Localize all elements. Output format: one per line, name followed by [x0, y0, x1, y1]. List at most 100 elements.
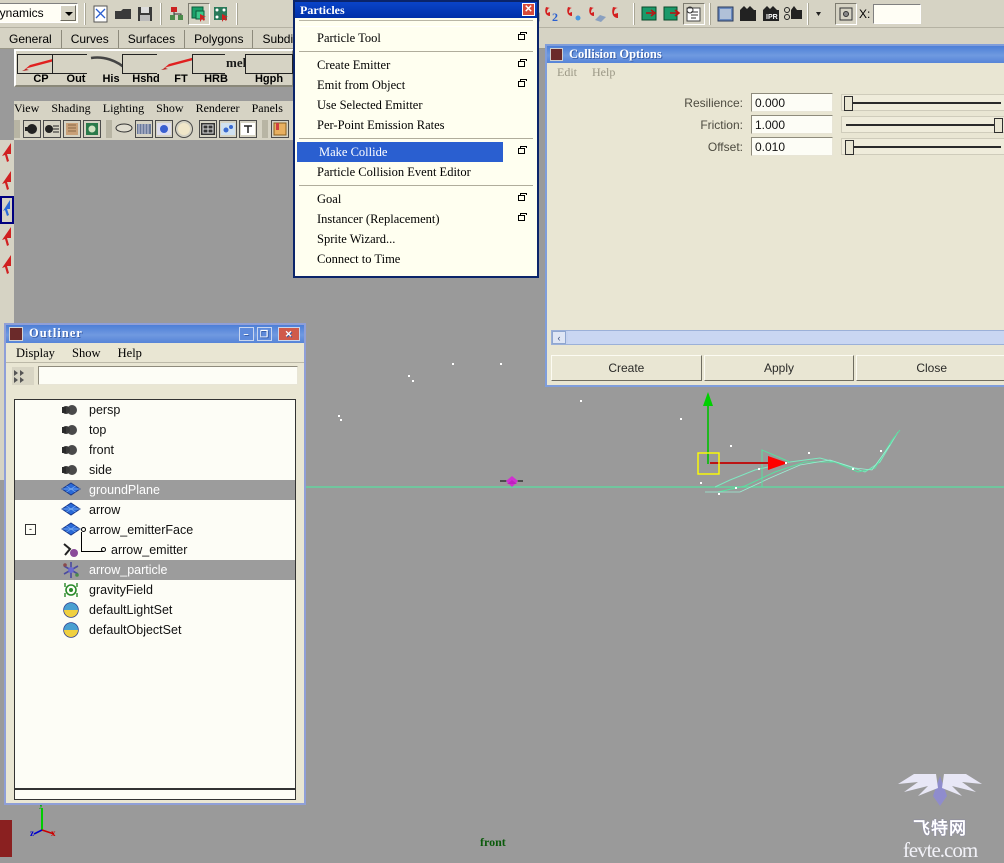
resilience-slider[interactable] — [841, 94, 1004, 111]
apply-button[interactable]: Apply — [703, 355, 855, 381]
select-tool-icon[interactable] — [0, 140, 14, 168]
outliner-titlebar[interactable]: Outliner – ❐ ✕ — [6, 325, 304, 343]
snap-to-curve-icon[interactable]: 2 — [541, 3, 563, 25]
collision-window-titlebar[interactable]: Collision Options — [547, 46, 1004, 63]
close-button[interactable]: ✕ — [278, 327, 300, 341]
move-tool-icon[interactable] — [0, 196, 14, 224]
friction-input[interactable]: 1.000 — [751, 115, 833, 134]
hierarchy-select-icon[interactable] — [166, 3, 188, 25]
collision-menu-edit[interactable]: Edit — [557, 65, 577, 79]
option-box-icon[interactable] — [518, 146, 527, 155]
shelf-icon-row[interactable]: CP Out His Hshd FT HRB mel Hgph — [14, 49, 294, 87]
outliner-item-arrow_emitterFace[interactable]: - arrow_emitterFace — [15, 520, 295, 540]
viewport-tool-row[interactable] — [14, 118, 300, 140]
viewport-menu-panels[interactable]: Panels — [252, 101, 283, 115]
slider-handle[interactable] — [845, 140, 854, 155]
lighting-icon[interactable] — [83, 120, 101, 138]
camera-attributes-icon[interactable] — [43, 120, 61, 138]
menu-item-particle-tool[interactable]: Particle Tool — [295, 28, 537, 48]
outliner-item-front[interactable]: front — [15, 440, 295, 460]
construction-history-in-icon[interactable] — [639, 3, 661, 25]
toolbox-bottom-icon[interactable] — [0, 820, 12, 857]
slider-handle[interactable] — [844, 96, 853, 111]
render-settings-icon[interactable] — [781, 3, 803, 25]
menu-item-create-emitter[interactable]: Create Emitter — [295, 55, 537, 75]
outliner-item-groundPlane[interactable]: groundPlane — [15, 480, 295, 500]
outliner-window[interactable]: Outliner – ❐ ✕ Display Show Help persp t… — [4, 323, 306, 805]
collapse-icon[interactable]: - — [25, 524, 36, 535]
collision-button-row[interactable]: Create Apply Close — [551, 355, 1004, 381]
absolute-transform-icon[interactable] — [835, 3, 857, 25]
option-box-icon[interactable] — [518, 213, 527, 222]
text-display-icon[interactable] — [239, 120, 257, 138]
new-scene-icon[interactable] — [90, 3, 112, 25]
shelf-item-hgph[interactable]: Hgph — [244, 54, 294, 86]
outliner-menu-help[interactable]: Help — [118, 346, 142, 360]
outliner-item-persp[interactable]: persp — [15, 400, 295, 420]
menu-item-per-point-emission-rates[interactable]: Per-Point Emission Rates — [295, 115, 537, 135]
snap-to-point-icon[interactable] — [563, 3, 585, 25]
offset-slider[interactable] — [841, 138, 1004, 155]
particles-window-titlebar[interactable]: Particles ✕ — [295, 2, 537, 18]
scrollbar-thumb[interactable] — [568, 331, 1004, 344]
lasso-tool-icon[interactable] — [0, 168, 14, 196]
menu-item-make-collide[interactable]: Make Collide — [297, 142, 503, 162]
shaded-mode-icon[interactable] — [115, 120, 133, 138]
shelf-tab-surfaces[interactable]: Surfaces — [118, 30, 186, 48]
filter-icon[interactable] — [12, 367, 34, 385]
viewport-menu-renderer[interactable]: Renderer — [196, 101, 240, 115]
menu-item-connect-to-time[interactable]: Connect to Time — [295, 249, 537, 269]
outliner-menu-show[interactable]: Show — [72, 346, 100, 360]
viewport-menu-bar[interactable]: View Shading Lighting Show Renderer Pane… — [14, 101, 300, 118]
hardware-texture-icon[interactable] — [175, 120, 193, 138]
outliner-item-defaultObjectSet[interactable]: defaultObjectSet — [15, 620, 295, 640]
lights-icon[interactable] — [219, 120, 237, 138]
option-box-icon[interactable] — [518, 59, 527, 68]
outliner-horizontal-scrollbar[interactable] — [14, 789, 296, 800]
horizontal-scrollbar[interactable]: ‹ — [551, 330, 1004, 345]
collision-options-window[interactable]: Collision Options Edit Help Resilience: … — [545, 44, 1004, 387]
collision-menu-bar[interactable]: Edit Help — [547, 63, 1004, 79]
collision-menu-help[interactable]: Help — [592, 65, 615, 79]
create-button[interactable]: Create — [551, 355, 702, 381]
close-icon[interactable]: ✕ — [522, 3, 535, 16]
resilience-input[interactable]: 0.000 — [751, 93, 833, 112]
option-box-icon[interactable] — [518, 193, 527, 202]
render-log-icon[interactable] — [683, 3, 705, 25]
chevron-down-icon[interactable] — [60, 5, 76, 21]
outliner-tree[interactable]: persp top front side groundPlane arrow -… — [14, 399, 296, 789]
scroll-left-icon[interactable]: ‹ — [552, 331, 566, 344]
outliner-menu-display[interactable]: Display — [16, 346, 55, 360]
bookmark-icon[interactable] — [271, 120, 289, 138]
outliner-item-top[interactable]: top — [15, 420, 295, 440]
outliner-search-input[interactable] — [38, 366, 298, 385]
menu-item-instancer-replacement[interactable]: Instancer (Replacement) — [295, 209, 537, 229]
camera-icon[interactable] — [23, 120, 41, 138]
option-box-icon[interactable] — [518, 32, 527, 41]
outliner-item-arrow[interactable]: arrow — [15, 500, 295, 520]
outliner-item-arrow_particle[interactable]: arrow_particle — [15, 560, 295, 580]
open-scene-icon[interactable] — [112, 3, 134, 25]
viewport-menu-shading[interactable]: Shading — [51, 101, 90, 115]
xray-mode-icon[interactable] — [199, 120, 217, 138]
snap-to-view-icon[interactable] — [607, 3, 629, 25]
offset-input[interactable]: 0.010 — [751, 137, 833, 156]
particles-menu-window[interactable]: Particles ✕ Particle Tool Create Emitter… — [293, 0, 539, 278]
shelf-tab-polygons[interactable]: Polygons — [185, 30, 254, 48]
viewport-menu-view[interactable]: View — [14, 101, 39, 115]
option-box-icon[interactable] — [518, 79, 527, 88]
outliner-filter-bar[interactable] — [6, 363, 304, 389]
snap-x-input[interactable] — [873, 4, 922, 24]
snap-dropdown-icon[interactable] — [813, 3, 835, 25]
outliner-item-gravityField[interactable]: gravityField — [15, 580, 295, 600]
menu-item-particle-collision-event-editor[interactable]: Particle Collision Event Editor — [295, 162, 537, 182]
object-select-icon[interactable] — [188, 3, 210, 25]
smooth-shade-icon[interactable] — [155, 120, 173, 138]
outliner-item-defaultLightSet[interactable]: defaultLightSet — [15, 600, 295, 620]
viewport-menu-lighting[interactable]: Lighting — [103, 101, 144, 115]
friction-slider[interactable] — [841, 116, 1004, 133]
render-globals-icon[interactable]: IPR — [759, 3, 781, 25]
snap-to-plane-icon[interactable] — [585, 3, 607, 25]
slider-handle[interactable] — [994, 118, 1003, 133]
menu-item-sprite-wizard[interactable]: Sprite Wizard... — [295, 229, 537, 249]
